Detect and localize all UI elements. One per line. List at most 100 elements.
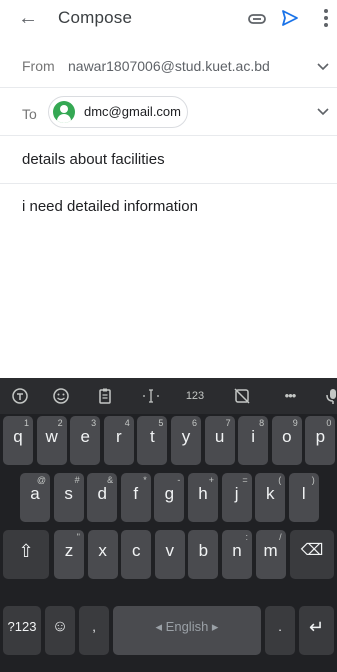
key-q[interactable]: q1 [3,416,33,465]
key-h-hint: + [208,475,214,485]
avatar-icon [53,101,75,123]
comma-key[interactable]: , [79,606,109,655]
chevron-down-icon[interactable] [317,63,329,71]
page-title: Compose [58,8,133,27]
text-edit-icon[interactable] [141,386,161,406]
from-label: From [22,58,55,74]
key-n-label: n [232,541,242,560]
key-s-label: s [64,484,73,503]
key-n[interactable]: n: [222,530,252,579]
chevron-down-icon[interactable] [317,108,329,116]
key-t-hint: 5 [158,418,164,428]
key-w-hint: 2 [57,418,63,428]
key-p-hint: 0 [326,418,332,428]
emoji-icon[interactable] [51,386,71,406]
comma-key-label: , [92,619,96,634]
numeric-toggle[interactable]: 123 [183,386,207,406]
key-r[interactable]: r4 [103,416,134,465]
key-g-hint: - [177,475,181,485]
key-o-label: o [282,427,292,446]
recipient-email: dmc@gmail.com [84,104,181,119]
key-c-label: c [131,541,141,560]
send-icon[interactable] [281,9,299,27]
to-label: To [22,106,37,122]
key-k[interactable]: k( [255,473,286,522]
key-u-hint: 7 [225,418,231,428]
key-w[interactable]: w2 [36,416,67,465]
key-m-hint: / [279,532,282,542]
key-b[interactable]: b [188,530,219,579]
emoji-kitchen-icon[interactable] [10,386,30,406]
key-v[interactable]: v [154,530,185,579]
space-bar-label: ◂ English ▸ [155,619,219,634]
key-z-hint: " [76,532,80,542]
body-field[interactable]: i need detailed information [22,198,198,215]
from-address: nawar1807006@stud.kuet.ac.bd [68,58,270,74]
enter-key[interactable]: ↵ [299,606,334,655]
space-bar[interactable]: ◂ English ▸ [113,606,261,655]
period-key-label: . [278,619,282,634]
key-l[interactable]: l) [288,473,319,522]
from-row[interactable]: From nawar1807006@stud.kuet.ac.bd [0,46,337,88]
key-o[interactable]: o9 [271,416,302,465]
key-d-hint: & [107,475,114,485]
key-f-hint: * [143,475,147,485]
key-t-label: t [150,427,155,446]
key-j[interactable]: j = [221,473,252,522]
key-e-label: e [80,427,90,446]
key-r-label: r [115,427,122,446]
key-f-label: f [133,484,139,503]
key-g[interactable]: g- [154,473,185,522]
key-l-hint: ) [311,475,315,485]
shift-key[interactable]: ⇧ [3,530,49,579]
key-y-label: y [181,427,191,446]
key-y-hint: 6 [191,418,197,428]
clipboard-icon[interactable] [95,386,115,406]
key-x[interactable]: x [87,530,118,579]
attach-icon[interactable] [247,9,267,29]
subject-text: details about facilities [22,151,165,168]
key-d-label: d [97,484,107,503]
key-h-label: h [198,484,208,503]
keyboard-toolbar: 123 ••• [0,378,337,414]
key-a[interactable]: a @ [20,473,50,522]
emoji-key[interactable]: ☺ [45,606,75,655]
to-row[interactable]: To dmc@gmail.com [0,88,337,136]
key-s[interactable]: s # [53,473,84,522]
backspace-key[interactable]: ⌫ [290,530,334,579]
key-c[interactable]: c [121,530,152,579]
key-l-label: l [301,484,306,503]
symbols-key[interactable]: ?123 [3,606,41,655]
key-m-label: m [263,541,278,560]
key-k-hint: ( [278,475,282,485]
key-y[interactable]: y6 [171,416,201,465]
key-e[interactable]: e3 [70,416,101,465]
key-t[interactable]: t5 [137,416,168,465]
key-p[interactable]: p0 [305,416,336,465]
back-arrow-icon[interactable]: ← [18,6,38,30]
key-z[interactable]: z " [54,530,84,579]
key-f[interactable]: f * [120,473,151,522]
key-d[interactable]: d & [87,473,118,522]
keyboard: 123 ••• q 1 w 2 e 3 r 4 t 5 y 6 u 7 i 8 o 9 p 0 a @ s # d & f * g - h +… [0,378,337,672]
backspace-key-label: ⌫ [300,542,324,559]
key-z-label: z [64,541,74,560]
key-h[interactable]: h + [188,473,218,522]
key-e-hint: 3 [91,418,97,428]
recipient-chip[interactable]: dmc@gmail.com [48,96,188,128]
key-u[interactable]: u7 [204,416,235,465]
emoji-key-label: ☺ [51,618,69,635]
period-key[interactable]: . [265,606,295,655]
key-m[interactable]: m / [255,530,286,579]
shift-key-label: ⇧ [18,541,34,561]
more-options-icon[interactable] [322,6,330,30]
key-a-label: a [30,484,40,503]
subject-field[interactable]: details about facilities [0,136,337,184]
more-dots[interactable]: ••• [278,386,302,406]
key-i[interactable]: i8 [238,416,269,465]
no-sticker-icon[interactable] [232,386,252,406]
key-q-hint: 1 [23,418,29,428]
key-x-label: x [98,541,107,560]
mic-icon[interactable] [322,386,337,406]
key-v-label: v [165,541,175,560]
